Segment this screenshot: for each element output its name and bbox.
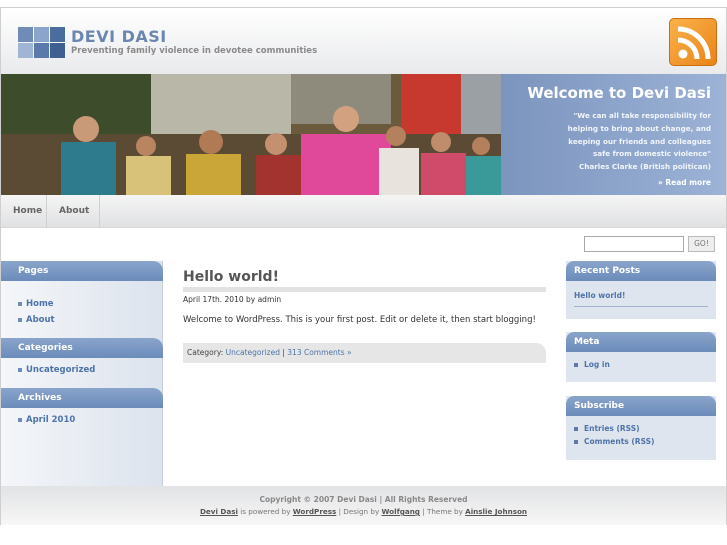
footer-site-link[interactable]: Devi Dasi [200, 507, 238, 516]
comments-rss-link[interactable]: Comments (RSS) [574, 437, 654, 446]
bullet-icon [574, 427, 578, 431]
quote-line: safe from domestic violence" [592, 149, 711, 159]
sidebar-item-home[interactable]: Home [18, 299, 54, 309]
recent-post-divider [574, 306, 708, 307]
comments-link[interactable]: 313 Comments » [287, 348, 351, 357]
post-body: Welcome to WordPress. This is your first… [183, 315, 536, 325]
post-title[interactable]: Hello world! [183, 269, 279, 285]
post-title-divider [183, 287, 546, 292]
meta-box: Meta Log in [566, 332, 716, 382]
photo-illustration [1, 74, 501, 195]
bullet-icon [18, 367, 22, 372]
welcome-title: Welcome to Devi Dasi [527, 84, 711, 102]
archives-heading: Archives [1, 388, 163, 408]
logo-tile [50, 43, 65, 58]
sidebar-item-label: Home [26, 299, 54, 309]
post-meta: April 17th. 2010 by admin [183, 295, 282, 304]
recent-posts-heading: Recent Posts [566, 261, 716, 281]
welcome-quote: "We can all take responsibility for help… [511, 110, 711, 174]
post-footer: Category: Uncategorized | 313 Comments » [183, 343, 546, 363]
bullet-icon [574, 363, 578, 367]
site-header: DEVI DASI Preventing family violence in … [1, 8, 726, 74]
design-text: | Design by [336, 507, 382, 516]
site-footer: Copyright © 2007 Devi Dasi | All Rights … [1, 486, 726, 525]
main-nav: Home About [1, 195, 726, 228]
recent-post-link[interactable]: Hello world! [574, 291, 625, 300]
copyright-text: Copyright © 2007 Devi Dasi | All Rights … [259, 495, 468, 504]
logo-tile [34, 27, 49, 42]
subscribe-box: Subscribe Entries (RSS) Comments (RSS) [566, 396, 716, 460]
logo-grid-icon[interactable] [18, 27, 65, 58]
sidebar-item-about[interactable]: About [18, 315, 55, 325]
left-sidebar: Pages Home About Categories Uncategorize… [1, 261, 163, 486]
quote-attribution: Charles Clarke (British politican) [579, 162, 711, 172]
logo-tile [18, 43, 33, 58]
logo-tile [18, 27, 33, 42]
bullet-icon [574, 440, 578, 444]
categories-heading: Categories [1, 338, 163, 358]
ainslie-johnson-link[interactable]: Ainslie Johnson [465, 507, 527, 516]
quote-line: keeping our friends and colleagues [568, 136, 711, 146]
theme-text: | Theme by [419, 507, 466, 516]
sidebar-item-uncategorized[interactable]: Uncategorized [18, 365, 95, 375]
page-wrapper: DEVI DASI Preventing family violence in … [0, 7, 727, 525]
sidebar-item-label: Uncategorized [26, 365, 96, 375]
credits-line: Devi Dasi is powered by WordPress | Desi… [1, 507, 726, 516]
meta-heading: Meta [566, 332, 716, 352]
site-title[interactable]: DEVI DASI [71, 27, 167, 46]
pages-heading: Pages [1, 261, 163, 281]
category-label: Category: [187, 348, 226, 357]
wolfgang-link[interactable]: Wolfgang [382, 507, 420, 516]
quote-line: helping to bring about change, and [567, 123, 711, 133]
bullet-icon [18, 301, 22, 306]
subscribe-link-label: Comments (RSS) [584, 437, 655, 446]
nav-item-home[interactable]: Home [1, 195, 47, 228]
search-input[interactable] [584, 236, 684, 252]
group-of-women-photo [1, 74, 501, 195]
read-more-link[interactable]: » Read more [658, 178, 711, 187]
logo-tile [50, 27, 65, 42]
logo-tile [34, 43, 49, 58]
nav-item-about[interactable]: About [47, 195, 100, 228]
bullet-icon [18, 417, 22, 422]
quote-line: "We can all take responsibility for [573, 111, 711, 120]
sidebar-item-label: About [26, 315, 55, 325]
log-in-link[interactable]: Log in [574, 360, 610, 369]
bullet-icon [18, 317, 22, 322]
banner: Welcome to Devi Dasi "We can all take re… [1, 74, 726, 195]
entries-rss-link[interactable]: Entries (RSS) [574, 424, 640, 433]
site-tagline: Preventing family violence in devotee co… [71, 46, 318, 56]
powered-text: is powered by [238, 507, 293, 516]
rss-feed-icon[interactable] [669, 18, 717, 66]
wordpress-link[interactable]: WordPress [293, 507, 337, 516]
subscribe-link-label: Entries (RSS) [584, 424, 640, 433]
welcome-panel: Welcome to Devi Dasi "We can all take re… [501, 74, 726, 195]
recent-posts-box: Recent Posts Hello world! [566, 261, 716, 319]
rss-glyph [677, 26, 711, 60]
meta-link-label: Log in [584, 360, 610, 369]
subscribe-heading: Subscribe [566, 396, 716, 416]
sidebar-item-april-2010[interactable]: April 2010 [18, 415, 75, 425]
search-button[interactable]: GO! [688, 236, 715, 252]
category-link[interactable]: Uncategorized [226, 348, 280, 357]
sidebar-item-label: April 2010 [26, 415, 76, 425]
